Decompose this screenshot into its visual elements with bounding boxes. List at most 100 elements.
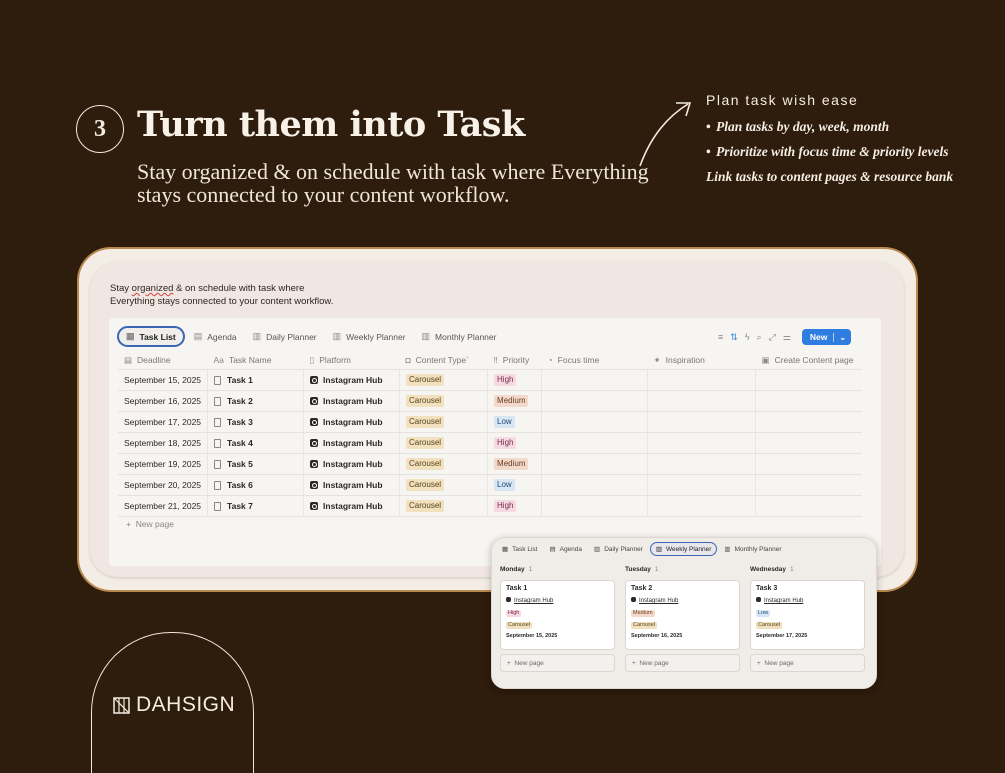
tab-weekly-planner[interactable]: ▥ Weekly Planner — [326, 327, 413, 346]
table-row[interactable]: September 20, 2025 Task 6 Instagram Hub Car… — [118, 474, 862, 496]
table-row[interactable]: September 15, 2025 Task 1 Instagram Hub Car… — [118, 369, 862, 391]
platform-link[interactable]: Instagram Hub — [323, 396, 383, 406]
sort-icon[interactable]: ⇅ — [730, 332, 738, 343]
settings-icon[interactable]: ⚌ — [783, 332, 791, 343]
task-name-cell[interactable]: Task 2 — [207, 390, 305, 412]
column-header-priority[interactable]: ‼ Priority — [487, 351, 542, 370]
platform-link[interactable]: Instagram Hub — [323, 438, 383, 448]
table-row[interactable]: September 16, 2025 Task 2 Instagram Hub Car… — [118, 390, 862, 412]
focus-time-cell[interactable] — [541, 390, 649, 412]
priority-cell[interactable]: High — [487, 495, 543, 517]
table-row[interactable]: September 18, 2025 Task 4 Instagram Hub Car… — [118, 432, 862, 454]
tab-daily-planner[interactable]: ▥ Daily Planner — [246, 327, 324, 346]
new-button[interactable]: New ⌄ — [801, 329, 852, 345]
task-name-cell[interactable]: Task 7 — [207, 495, 305, 517]
platform-link[interactable]: Instagram Hub — [323, 459, 383, 469]
content-type-cell[interactable]: Carousel — [399, 495, 489, 517]
platform-link[interactable]: Instagram Hub — [323, 480, 383, 490]
create-content-cell[interactable] — [755, 432, 862, 454]
table-row[interactable]: September 17, 2025 Task 3 Instagram Hub Car… — [118, 411, 862, 433]
task-name-cell[interactable]: Task 1 — [207, 369, 305, 391]
inspiration-cell[interactable] — [647, 474, 757, 496]
platform-cell[interactable]: Instagram Hub — [303, 369, 401, 391]
focus-time-cell[interactable] — [541, 432, 649, 454]
new-page-button[interactable]: + New page — [750, 654, 865, 672]
tab-agenda[interactable]: ▤ Agenda — [544, 543, 587, 555]
focus-time-cell[interactable] — [541, 474, 649, 496]
content-type-cell[interactable]: Carousel — [399, 411, 489, 433]
platform-link[interactable]: Instagram Hub — [323, 375, 383, 385]
chevron-down-icon[interactable]: ⌄ — [833, 332, 851, 342]
platform-link[interactable]: Instagram Hub — [514, 598, 553, 604]
tab-daily-planner[interactable]: ▥ Daily Planner — [589, 543, 648, 555]
column-header-create-content-page[interactable]: ▣ Create Content page — [755, 351, 862, 370]
task-card[interactable]: Task 3 Instagram Hub Low Carousel September … — [750, 580, 865, 650]
column-header-focus-time[interactable]: ◔ Focus time — [541, 351, 648, 370]
platform-cell[interactable]: Instagram Hub — [303, 474, 401, 496]
task-name-cell[interactable]: Task 3 — [207, 411, 305, 433]
platform-cell[interactable]: Instagram Hub — [303, 411, 401, 433]
deadline-cell[interactable]: September 21, 2025 — [118, 495, 209, 517]
deadline-cell[interactable]: September 15, 2025 — [118, 369, 209, 391]
column-header-inspiration[interactable]: ✦ Inspiration — [647, 351, 756, 370]
tab-monthly-planner[interactable]: ▥ Monthly Planner — [415, 327, 504, 346]
filter-icon[interactable]: ≡ — [718, 332, 723, 342]
column-header-platform[interactable]: ▯ Platform — [303, 351, 400, 370]
priority-cell[interactable]: Medium — [487, 453, 543, 475]
automation-icon[interactable]: ϟ — [745, 332, 750, 342]
task-card[interactable]: Task 1 Instagram Hub High Carousel September… — [500, 580, 615, 650]
platform-cell[interactable]: Instagram Hub — [303, 453, 401, 475]
deadline-cell[interactable]: September 20, 2025 — [118, 474, 209, 496]
column-header-task-name[interactable]: Aa Task Name — [207, 351, 304, 370]
content-type-cell[interactable]: Carousel — [399, 390, 489, 412]
create-content-cell[interactable] — [755, 369, 862, 391]
create-content-cell[interactable] — [755, 411, 862, 433]
deadline-cell[interactable]: September 17, 2025 — [118, 411, 209, 433]
content-type-cell[interactable]: Carousel — [399, 474, 489, 496]
priority-cell[interactable]: Low — [487, 411, 543, 433]
task-card[interactable]: Task 2 Instagram Hub Medium Carousel Septemb… — [625, 580, 740, 650]
new-page-button[interactable]: + New page — [625, 654, 740, 672]
search-icon[interactable]: ⌕ — [757, 332, 762, 343]
deadline-cell[interactable]: September 19, 2025 — [118, 453, 209, 475]
priority-cell[interactable]: High — [487, 369, 543, 391]
create-content-cell[interactable] — [755, 495, 862, 517]
table-row[interactable]: September 21, 2025 Task 7 Instagram Hub Car… — [118, 495, 862, 517]
new-page-button[interactable]: + New page — [500, 654, 615, 672]
create-content-cell[interactable] — [755, 453, 862, 475]
tab-task-list[interactable]: ▦ Task List — [117, 326, 185, 347]
focus-time-cell[interactable] — [541, 369, 649, 391]
inspiration-cell[interactable] — [647, 369, 757, 391]
inspiration-cell[interactable] — [647, 432, 757, 454]
platform-cell[interactable]: Instagram Hub — [303, 495, 401, 517]
expand-icon[interactable]: ⤢ — [769, 332, 776, 343]
platform-cell[interactable]: Instagram Hub — [303, 390, 401, 412]
platform-link[interactable]: Instagram Hub — [323, 501, 383, 511]
inspiration-cell[interactable] — [647, 495, 757, 517]
column-header-deadline[interactable]: ▤ Deadline — [118, 351, 208, 370]
task-name-cell[interactable]: Task 5 — [207, 453, 305, 475]
focus-time-cell[interactable] — [541, 495, 649, 517]
inspiration-cell[interactable] — [647, 411, 757, 433]
priority-cell[interactable]: High — [487, 432, 543, 454]
task-name-cell[interactable]: Task 6 — [207, 474, 305, 496]
column-header-content-type[interactable]: ◘ Content Type` — [399, 351, 488, 370]
tab-monthly-planner[interactable]: ▥ Monthly Planner — [719, 543, 786, 555]
create-content-cell[interactable] — [755, 390, 862, 412]
table-row[interactable]: September 19, 2025 Task 5 Instagram Hub Car… — [118, 453, 862, 475]
inspiration-cell[interactable] — [647, 390, 757, 412]
platform-cell[interactable]: Instagram Hub — [303, 432, 401, 454]
tab-task-list[interactable]: ▦ Task List — [497, 543, 542, 555]
create-content-cell[interactable] — [755, 474, 862, 496]
priority-cell[interactable]: Medium — [487, 390, 543, 412]
focus-time-cell[interactable] — [541, 411, 649, 433]
content-type-cell[interactable]: Carousel — [399, 432, 489, 454]
platform-link[interactable]: Instagram Hub — [639, 598, 678, 604]
content-type-cell[interactable]: Carousel — [399, 369, 489, 391]
platform-link[interactable]: Instagram Hub — [323, 417, 383, 427]
focus-time-cell[interactable] — [541, 453, 649, 475]
tab-weekly-planner[interactable]: ▥ Weekly Planner — [649, 542, 718, 556]
new-page-button[interactable]: + New page — [126, 519, 174, 529]
tab-agenda[interactable]: ▤ Agenda — [187, 327, 244, 346]
deadline-cell[interactable]: September 18, 2025 — [118, 432, 209, 454]
